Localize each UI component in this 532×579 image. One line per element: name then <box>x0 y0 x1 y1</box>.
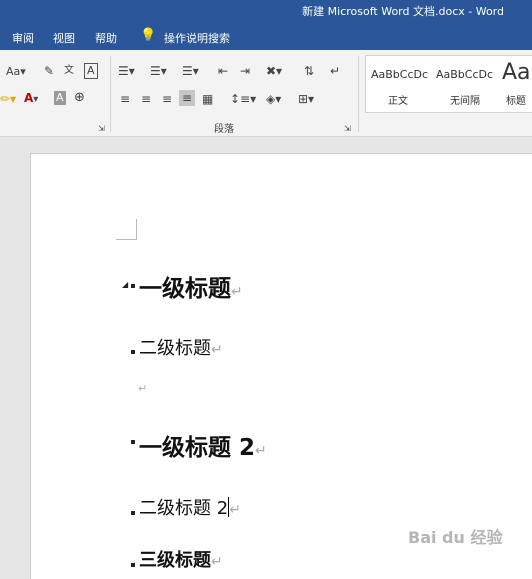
style-heading[interactable]: Aa 标题 <box>498 56 532 112</box>
empty-paragraph[interactable]: ↵ <box>138 382 147 395</box>
style-preview: Aa <box>502 60 531 85</box>
paragraph-mark: ↵ <box>211 554 223 570</box>
paragraph-mark: ↵ <box>138 382 148 395</box>
heading-2[interactable]: 二级标题 2↵ <box>139 494 241 520</box>
menu-review[interactable]: 审阅 <box>12 30 34 46</box>
heading-bullet <box>131 563 135 567</box>
margin-corner-mark <box>116 239 137 240</box>
style-preview: AaBbCcDc <box>436 68 494 81</box>
heading-bullet <box>131 350 135 354</box>
collapse-triangle-icon[interactable]: ◢ <box>122 278 128 292</box>
tell-me-search[interactable]: 操作说明搜索 <box>164 30 230 46</box>
numbering-button[interactable]: ☰▾ <box>150 64 167 78</box>
bullets-button[interactable]: ☰▾ <box>118 64 135 78</box>
paragraph-dialog-launcher-icon[interactable]: ⇲ <box>344 122 351 136</box>
style-label: 标题 <box>506 96 526 107</box>
style-normal[interactable]: AaBbCcDc 正文 <box>366 56 430 112</box>
window-title: 新建 Microsoft Word 文档.docx - Word <box>302 5 504 18</box>
line-spacing-button[interactable]: ↕≡▾ <box>230 92 256 106</box>
sort-icon[interactable]: ⇅ <box>304 64 314 78</box>
multilevel-list-button[interactable]: ☰▾ <box>182 64 199 78</box>
borders-button[interactable]: ⊞▾ <box>298 92 314 106</box>
paragraph-group-label: 段落 <box>214 124 234 135</box>
change-case-label: Aa <box>6 65 21 78</box>
character-shading-icon[interactable]: A <box>54 91 66 105</box>
title-bar: 新建 Microsoft Word 文档.docx - Word <box>0 0 532 22</box>
show-marks-icon[interactable]: ↵ <box>330 64 340 78</box>
heading-3[interactable]: 三级标题↵ <box>139 546 223 572</box>
phonetic-guide-icon[interactable]: 文 <box>64 64 74 78</box>
font-color-button[interactable]: A▾ <box>24 91 38 107</box>
paragraph-mark: ↵ <box>255 443 267 459</box>
style-no-spacing[interactable]: AaBbCcDc 无间隔 <box>432 56 496 112</box>
paragraph-text: 一级标题 2 <box>139 435 256 461</box>
paragraph-mark: ↵ <box>211 342 223 358</box>
highlight-color-icon[interactable]: ✏▾ <box>0 92 16 106</box>
increase-indent-icon[interactable]: ⇥ <box>240 64 250 78</box>
style-label: 无间隔 <box>450 96 480 107</box>
decrease-indent-icon[interactable]: ⇤ <box>218 64 228 78</box>
heading-bullet <box>131 440 135 444</box>
change-case-button[interactable]: Aa▾ <box>6 65 26 79</box>
shading-button[interactable]: ◈▾ <box>266 92 281 106</box>
clear-formatting-icon[interactable]: ✎ <box>44 64 54 78</box>
menu-view[interactable]: 视图 <box>53 30 75 46</box>
font-dialog-launcher-icon[interactable]: ⇲ <box>98 122 105 136</box>
heading-1[interactable]: 一级标题 2↵ <box>139 428 267 462</box>
style-preview: AaBbCcDc <box>371 68 429 81</box>
ribbon-separator <box>110 56 111 132</box>
character-border-icon[interactable]: A <box>84 63 98 79</box>
heading-2[interactable]: 二级标题↵ <box>139 334 223 360</box>
styles-gallery: AaBbCcDc 正文 AaBbCcDc 无间隔 Aa 标题 <box>365 55 532 113</box>
paragraph-text: 二级标题 <box>139 338 211 359</box>
document-page[interactable] <box>30 153 532 579</box>
paragraph-text: 一级标题 <box>139 276 231 302</box>
heading-bullet <box>131 511 135 515</box>
ribbon-separator <box>358 56 359 132</box>
enclose-characters-icon[interactable]: ⊕ <box>74 91 85 105</box>
style-label: 正文 <box>388 96 408 107</box>
justify-icon[interactable]: ≡ <box>179 90 196 106</box>
paragraph-mark: ↵ <box>229 502 241 518</box>
paragraph-text: 三级标题 <box>139 550 211 571</box>
chinese-layout-button[interactable]: ✖▾ <box>266 64 282 78</box>
paragraph-mark: ↵ <box>231 284 243 300</box>
align-right-icon[interactable]: ≡ <box>162 92 172 106</box>
margin-corner-mark <box>136 219 137 240</box>
paragraph-text: 二级标题 2 <box>139 498 229 519</box>
align-left-icon[interactable]: ≡ <box>120 92 130 106</box>
align-center-icon[interactable]: ≡ <box>141 92 151 106</box>
watermark: Bai du 经验 <box>408 528 503 547</box>
heading-1[interactable]: 一级标题↵ <box>139 269 243 303</box>
distributed-icon[interactable]: ▦ <box>202 92 213 106</box>
heading-bullet <box>131 284 135 288</box>
menu-help[interactable]: 帮助 <box>95 30 117 46</box>
menu-bar: 审阅 视图 帮助 💡 操作说明搜索 <box>0 22 532 50</box>
lightbulb-icon: 💡 <box>140 28 157 43</box>
